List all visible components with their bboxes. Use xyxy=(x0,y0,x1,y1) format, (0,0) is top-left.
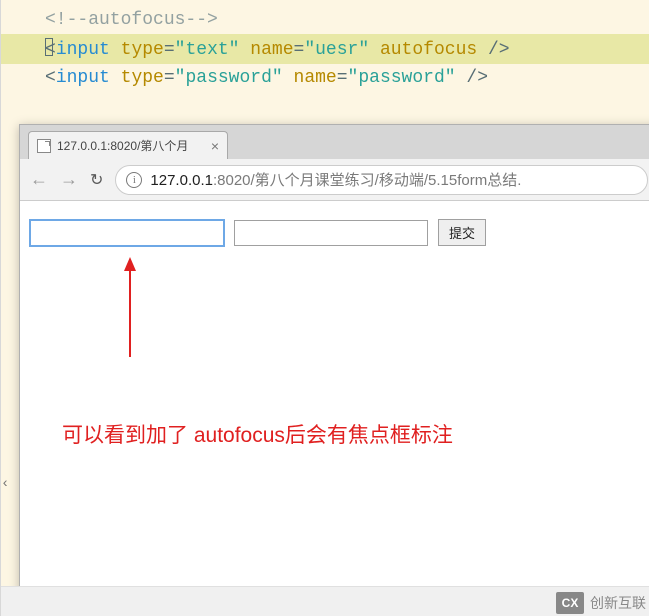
address-bar[interactable]: i 127.0.0.1:8020/第八个月课堂练习/移动端/5.15form总结… xyxy=(115,165,648,195)
code-line-input-password: <input type="password" name="password" /… xyxy=(1,64,649,92)
browser-window: 127.0.0.1:8020/第八个月 × ← → ↻ i 127.0.0.1:… xyxy=(19,124,649,594)
annotation-arrow-icon xyxy=(110,257,150,373)
site-info-icon[interactable]: i xyxy=(126,172,142,188)
browser-toolbar: ← → ↻ i 127.0.0.1:8020/第八个月课堂练习/移动端/5.15… xyxy=(20,159,649,201)
footer-bar: CX 创新互联 xyxy=(1,586,649,616)
gutter-mark: ‹ xyxy=(1,476,9,492)
back-button[interactable]: ← xyxy=(30,169,48,190)
code-line-input-text: <input type="text" name="uesr" autofocus… xyxy=(1,34,649,64)
browser-tab[interactable]: 127.0.0.1:8020/第八个月 × xyxy=(28,131,228,159)
submit-button[interactable]: 提交 xyxy=(438,219,486,246)
reload-button[interactable]: ↻ xyxy=(90,170,103,190)
close-icon[interactable]: × xyxy=(211,139,219,153)
tab-strip: 127.0.0.1:8020/第八个月 × xyxy=(20,125,649,159)
page-viewport: 提交 可以看到加了 autofocus后会有焦点框标注 xyxy=(20,201,649,593)
password-input[interactable] xyxy=(234,220,428,246)
annotation-text: 可以看到加了 autofocus后会有焦点框标注 xyxy=(62,419,453,449)
file-icon xyxy=(37,139,51,153)
code-line-comment: <!--autofocus--> xyxy=(1,6,649,34)
watermark-text: 创新互联 xyxy=(590,593,646,613)
url-text: 127.0.0.1:8020/第八个月课堂练习/移动端/5.15form总结. xyxy=(150,169,521,190)
form-row: 提交 xyxy=(30,219,648,246)
text-cursor xyxy=(45,38,53,56)
watermark: CX 创新互联 xyxy=(556,592,646,614)
watermark-logo-icon: CX xyxy=(556,592,584,614)
code-editor: <!--autofocus--> <input type="text" name… xyxy=(1,0,649,92)
tab-title: 127.0.0.1:8020/第八个月 xyxy=(57,137,205,154)
forward-button[interactable]: → xyxy=(60,169,78,190)
user-input[interactable] xyxy=(30,220,224,246)
